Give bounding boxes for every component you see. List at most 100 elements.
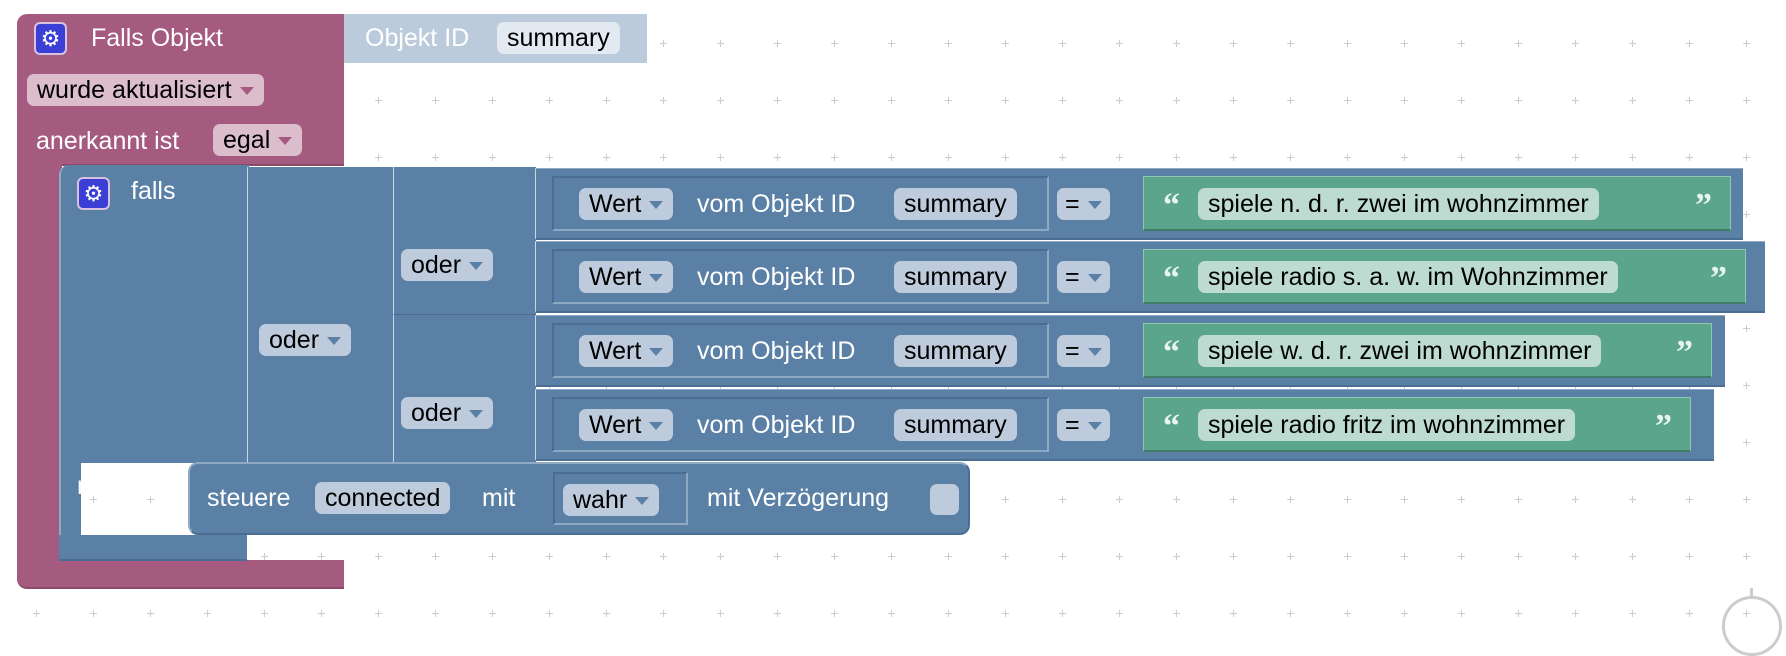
with-label: mit xyxy=(482,484,516,512)
grid-dot xyxy=(660,154,667,161)
ack-label: anerkannt ist xyxy=(36,127,180,155)
property-dropdown[interactable]: Wert xyxy=(579,261,674,293)
operator-value: = xyxy=(1065,263,1080,291)
object-id-field[interactable]: summary xyxy=(894,409,1017,441)
close-quote-icon: ” xyxy=(1655,408,1672,445)
grid-dot xyxy=(660,40,667,47)
grid-dot xyxy=(717,553,724,560)
delay-label: mit Verzögerung xyxy=(707,484,890,512)
grid-dot xyxy=(1116,154,1123,161)
grid-dot xyxy=(546,97,553,104)
grid-dot xyxy=(1743,553,1750,560)
delay-checkbox[interactable] xyxy=(930,484,959,515)
grid-dot xyxy=(1002,97,1009,104)
inner-operator-dropdown-1[interactable]: oder xyxy=(401,249,494,281)
object-id-field[interactable]: summary xyxy=(894,261,1017,293)
grid-dot xyxy=(1401,40,1408,47)
value-dropdown[interactable]: wahr xyxy=(563,484,660,516)
grid-dot xyxy=(603,553,610,560)
property-dropdown[interactable]: Wert xyxy=(579,409,674,441)
chevron-down-icon xyxy=(469,262,484,271)
ack-dropdown[interactable]: egal xyxy=(213,124,303,156)
grid-dot xyxy=(1287,97,1294,104)
operator-dropdown[interactable]: = xyxy=(1057,261,1110,293)
object-id-field[interactable]: summary xyxy=(894,335,1017,367)
object-id-label: vom Objekt ID xyxy=(697,190,856,218)
grid-dot xyxy=(1629,40,1636,47)
grid-dot xyxy=(945,553,952,560)
target-field[interactable]: connected xyxy=(315,482,451,514)
grid-dot xyxy=(1287,496,1294,503)
text-field[interactable]: spiele w. d. r. zwei im wohnzimmer xyxy=(1198,335,1602,367)
open-quote-icon: “ xyxy=(1163,408,1180,445)
or-block-inner-1[interactable] xyxy=(393,167,536,315)
operator-dropdown[interactable]: = xyxy=(1057,409,1110,441)
outer-operator-value: oder xyxy=(269,326,320,354)
grid-dot xyxy=(1743,97,1750,104)
grid-dot xyxy=(831,553,838,560)
text-value: spiele w. d. r. zwei im wohnzimmer xyxy=(1208,337,1592,365)
grid-dot xyxy=(1344,40,1351,47)
chevron-down-icon xyxy=(1087,201,1102,210)
trash-handle-icon xyxy=(1750,588,1753,598)
text-field[interactable]: spiele n. d. r. zwei im wohnzimmer xyxy=(1198,188,1599,220)
grid-dot xyxy=(1458,97,1465,104)
grid-dot xyxy=(1629,496,1636,503)
inner-operator-dropdown-2[interactable]: oder xyxy=(401,397,494,429)
grid-dot xyxy=(1230,40,1237,47)
text-value: spiele radio s. a. w. im Wohnzimmer xyxy=(1208,263,1608,291)
grid-dot xyxy=(489,97,496,104)
object-id-field[interactable]: summary xyxy=(497,22,620,54)
trigger-block-bottom xyxy=(17,560,344,589)
ack-dropdown-value: egal xyxy=(223,126,271,154)
text-field[interactable]: spiele radio s. a. w. im Wohnzimmer xyxy=(1198,261,1618,293)
grid-dot xyxy=(1116,496,1123,503)
grid-dot xyxy=(1401,553,1408,560)
property-value: Wert xyxy=(589,263,642,291)
grid-dot xyxy=(1686,40,1693,47)
operator-dropdown[interactable]: = xyxy=(1057,188,1110,220)
object-id-field[interactable]: summary xyxy=(894,188,1017,220)
grid-dot xyxy=(33,610,40,617)
grid-dot xyxy=(1458,40,1465,47)
open-quote-icon: “ xyxy=(1163,334,1180,371)
grid-dot xyxy=(1743,382,1750,389)
property-dropdown[interactable]: Wert xyxy=(579,335,674,367)
grid-dot xyxy=(90,610,97,617)
grid-dot xyxy=(1572,496,1579,503)
text-value: spiele n. d. r. zwei im wohnzimmer xyxy=(1208,190,1589,218)
grid-dot xyxy=(1116,553,1123,560)
grid-dot xyxy=(1059,496,1066,503)
inner-operator-value: oder xyxy=(411,251,462,279)
property-dropdown[interactable]: Wert xyxy=(579,188,674,220)
grid-dot xyxy=(1686,610,1693,617)
grid-dot xyxy=(1458,496,1465,503)
grid-dot xyxy=(1572,553,1579,560)
gear-icon[interactable]: ⚙ xyxy=(34,22,67,55)
grid-dot xyxy=(831,610,838,617)
grid-dot xyxy=(546,610,553,617)
mode-dropdown[interactable]: wurde aktualisiert xyxy=(27,74,264,106)
operator-dropdown[interactable]: = xyxy=(1057,335,1110,367)
or-block-outer[interactable] xyxy=(247,167,394,463)
grid-dot xyxy=(1059,610,1066,617)
grid-dot xyxy=(1059,154,1066,161)
grid-dot xyxy=(945,610,952,617)
inner-operator-value: oder xyxy=(411,399,462,427)
chevron-down-icon xyxy=(649,274,664,283)
outer-operator-dropdown[interactable]: oder xyxy=(259,324,352,356)
grid-dot xyxy=(204,610,211,617)
close-quote-icon: ” xyxy=(1676,334,1693,371)
gear-icon[interactable]: ⚙ xyxy=(77,177,110,210)
or-block-inner-2[interactable] xyxy=(393,315,536,463)
trash-icon[interactable] xyxy=(1722,596,1782,656)
text-field[interactable]: spiele radio fritz im wohnzimmer xyxy=(1198,409,1576,441)
object-id-value: summary xyxy=(904,337,1007,365)
grid-dot xyxy=(660,553,667,560)
property-value: Wert xyxy=(589,411,642,439)
grid-dot xyxy=(1230,97,1237,104)
grid-dot xyxy=(1002,40,1009,47)
grid-dot xyxy=(831,154,838,161)
close-quote-icon: ” xyxy=(1695,187,1712,224)
chevron-down-icon xyxy=(278,137,293,146)
